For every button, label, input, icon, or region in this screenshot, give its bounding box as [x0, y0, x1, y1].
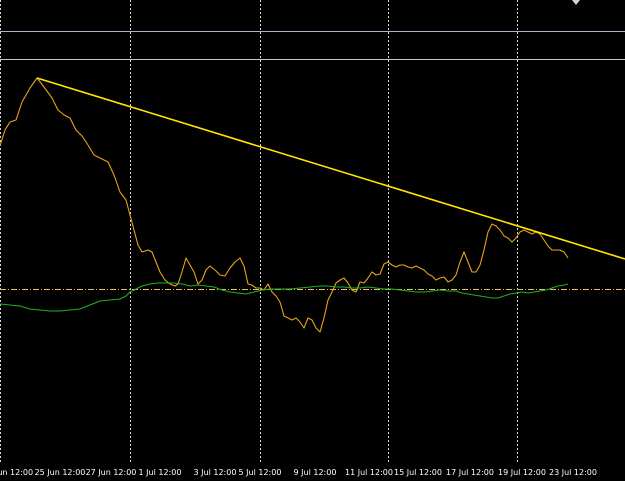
- x-tick-label: 3 Jul 12:00: [194, 468, 237, 477]
- x-tick-label: 23 Jul 12:00: [549, 468, 597, 477]
- x-tick-label: 15 Jul 12:00: [394, 468, 442, 477]
- x-tick-label: 27 Jun 12:00: [86, 468, 137, 477]
- x-axis-ticks: Jun 12:0025 Jun 12:0027 Jun 12:001 Jul 1…: [0, 468, 597, 477]
- price-chart: Jun 12:0025 Jun 12:0027 Jun 12:001 Jul 1…: [0, 0, 625, 481]
- x-tick-label: Jun 12:00: [0, 468, 33, 477]
- x-tick-label: 19 Jul 12:00: [498, 468, 546, 477]
- x-tick-label: 17 Jul 12:00: [446, 468, 494, 477]
- x-tick-label: 25 Jun 12:00: [35, 468, 86, 477]
- x-tick-label: 5 Jul 12:00: [239, 468, 282, 477]
- x-tick-label: 9 Jul 12:00: [294, 468, 337, 477]
- chart-area: Jun 12:0025 Jun 12:0027 Jun 12:001 Jul 1…: [0, 0, 625, 481]
- chart-background: [0, 0, 625, 481]
- x-tick-label: 11 Jul 12:00: [345, 468, 393, 477]
- x-tick-label: 1 Jul 12:00: [139, 468, 182, 477]
